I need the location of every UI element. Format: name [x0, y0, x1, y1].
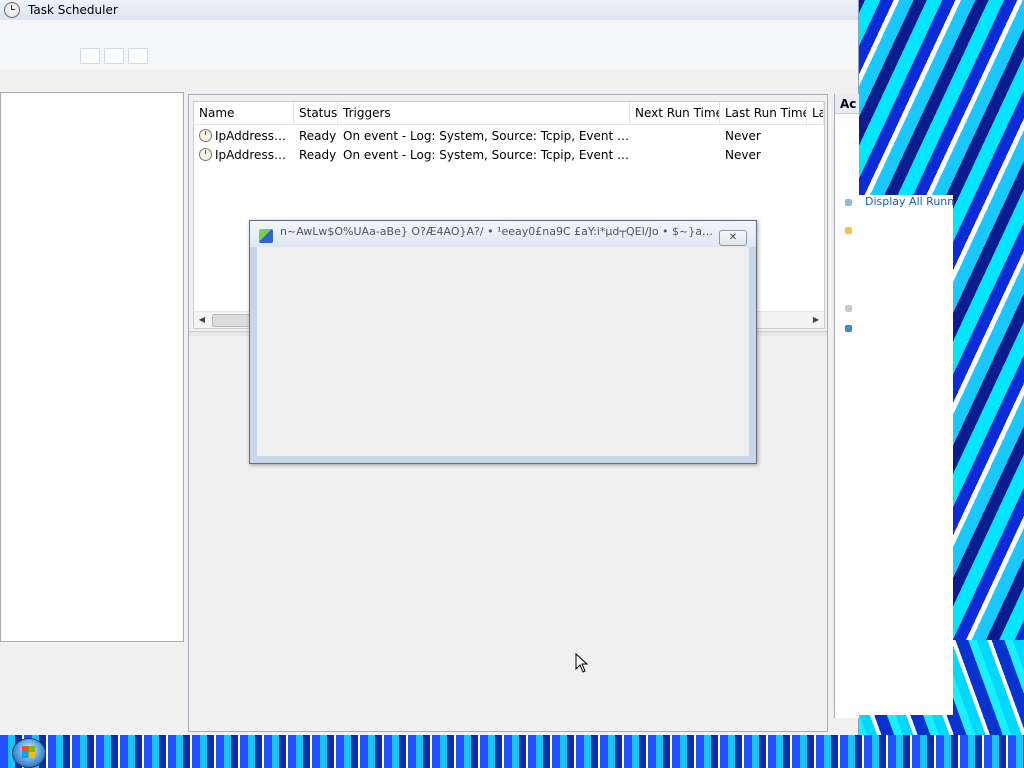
- dialog-body: [257, 247, 749, 456]
- window-titlebar[interactable]: Task Scheduler: [0, 0, 858, 20]
- column-header-last-run-time[interactable]: Last Run Time: [720, 102, 807, 124]
- table-row[interactable]: IpAddressCo... Ready On event - Log: Sys…: [194, 126, 807, 145]
- forward-button[interactable]: [104, 48, 124, 64]
- windows-flag-icon: [22, 746, 35, 758]
- dialog-title: n~AwLw$O%UAa-aBe} O?Æ4AO}A?/ • ¹eeay0£na…: [280, 225, 718, 238]
- clock-icon: [199, 128, 212, 142]
- display-all-running-link[interactable]: Display All Runn: [865, 195, 954, 208]
- task-last-run: Never: [725, 128, 761, 143]
- task-name: IpAddressCo...: [215, 128, 294, 143]
- task-last-run: Never: [725, 147, 761, 162]
- toolbar: [0, 42, 858, 70]
- folder-icon: [845, 227, 852, 234]
- clock-icon: [199, 147, 212, 161]
- task-status: Ready: [299, 147, 337, 162]
- column-header-triggers[interactable]: Triggers: [338, 102, 630, 124]
- task-name: IpAddressCo...: [215, 147, 294, 162]
- task-name-cell: IpAddressCo...: [194, 128, 294, 143]
- column-header-name[interactable]: Name: [194, 102, 294, 124]
- column-header-next-run-time[interactable]: Next Run Time: [630, 102, 720, 124]
- clock-icon: [4, 2, 20, 18]
- column-header-last-result[interactable]: La: [807, 102, 824, 124]
- scroll-left-icon[interactable]: ◀: [194, 312, 210, 328]
- actions-header: Ac: [835, 94, 859, 114]
- window-title: Task Scheduler: [28, 3, 118, 17]
- mouse-pointer-icon: [575, 653, 589, 673]
- scroll-right-icon[interactable]: ▶: [808, 312, 824, 328]
- back-button[interactable]: [80, 48, 100, 64]
- actions-list: Display All Runn: [835, 195, 954, 715]
- windows-start-icon[interactable]: [12, 738, 46, 768]
- task-trigger: On event - Log: System, Source: Tcpip, E…: [343, 128, 630, 143]
- help-icon: [845, 325, 852, 332]
- task-trigger: On event - Log: System, Source: Tcpip, E…: [343, 147, 630, 162]
- taskbar: [0, 735, 1024, 768]
- dialog-window: n~AwLw$O%UAa-aBe} O?Æ4AO}A?/ • ¹eeay0£na…: [249, 220, 757, 464]
- close-icon[interactable]: ✕: [719, 230, 747, 246]
- list-icon: [845, 199, 852, 206]
- table-row[interactable]: IpAddressCo... Ready On event - Log: Sys…: [194, 145, 807, 164]
- task-name-cell: IpAddressCo...: [194, 147, 294, 162]
- task-scheduler-icon: [259, 229, 273, 243]
- menu-bar[interactable]: [0, 20, 858, 42]
- column-header-status[interactable]: Status: [294, 102, 338, 124]
- properties-icon: [845, 305, 852, 312]
- up-button[interactable]: [128, 48, 148, 64]
- task-list-header: Name Status Triggers Next Run Time Last …: [194, 102, 824, 125]
- dialog-titlebar[interactable]: n~AwLw$O%UAa-aBe} O?Æ4AO}A?/ • ¹eeay0£na…: [250, 221, 756, 247]
- console-tree-pane[interactable]: [0, 92, 184, 642]
- task-status: Ready: [299, 128, 337, 143]
